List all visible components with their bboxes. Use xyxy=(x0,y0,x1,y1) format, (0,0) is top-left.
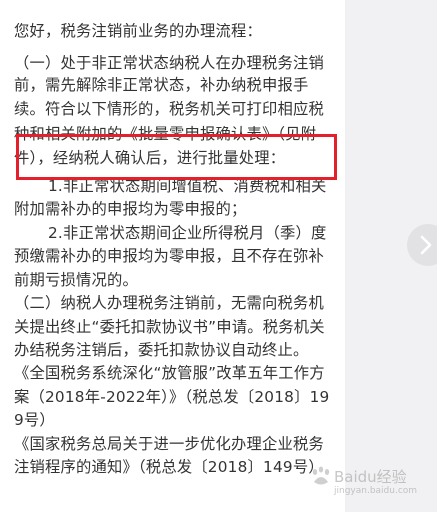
text-line-9: 2.非正常状态期间企业所得税月（季）度 xyxy=(48,224,327,242)
text-line-19: 注销程序的通知》（税总发〔2018〕149号） xyxy=(14,458,324,476)
text-line-2: （一）处于非正常状态纳税人在办理税务注销 xyxy=(14,54,324,72)
text-line-12: （二）纳税人办理税务注销前，无需向税务机 xyxy=(14,294,324,312)
text-line-17: 9号） xyxy=(14,411,55,429)
text-line-16: 案（2018年-2022年）》（税总发〔2018〕19 xyxy=(14,388,330,406)
text-line-18: 《国家税务总局关于进一步优化办理企业税务 xyxy=(14,435,324,453)
text-line-8: 附加需补办的申报均为零申报的； xyxy=(14,200,247,218)
text-line-1: 您好，税务注销前业务的办理流程： xyxy=(14,22,262,40)
text-line-10: 预缴需补办的申报均为零申报，且不存在弥补 xyxy=(14,247,324,265)
watermark-url: jingyan.baidu.com xyxy=(334,486,418,496)
baidu-jingyan-watermark: Baidu经验 jingyan.baidu.com xyxy=(300,462,430,502)
watermark-text: Baidu经验 xyxy=(334,468,407,486)
text-line-15: 《全国税务系统深化“放管服”改革五年工作方 xyxy=(14,364,325,382)
red-highlight-box xyxy=(16,134,337,180)
text-line-4: 续。符合以下情形的，税务机关可打印相应税 xyxy=(14,100,324,118)
text-line-11: 前期亏损情况的。 xyxy=(14,271,138,289)
text-line-13: 关提出终止“委托扣款协议书”申请。税务机关 xyxy=(14,318,325,336)
chevron-right-icon xyxy=(420,235,432,255)
paw-icon xyxy=(312,466,330,485)
document-page: 您好，税务注销前业务的办理流程： （一）处于非正常状态纳税人在办理税务注销 前，… xyxy=(0,0,345,512)
text-line-14: 办结税务注销后，委托扣款协议自动终止。 xyxy=(14,341,309,359)
text-line-3: 前，需先解除非正常状态，补办纳税申报手 xyxy=(14,76,309,94)
